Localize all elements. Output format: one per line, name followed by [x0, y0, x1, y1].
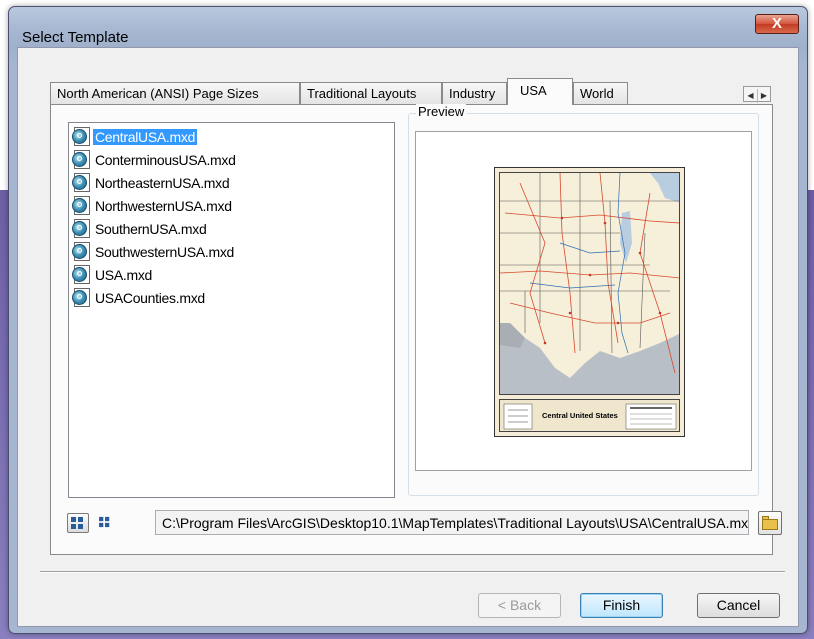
separator: [40, 571, 785, 573]
triangle-right-icon[interactable]: ▶: [757, 89, 770, 103]
map-thumbnail: Central United States: [494, 167, 685, 437]
back-button[interactable]: < Back: [478, 593, 561, 618]
tab-label: Traditional Layouts: [307, 86, 417, 101]
list-item-label: USA.mxd: [95, 266, 153, 283]
folder-open-icon: [762, 519, 778, 530]
map-document-icon: [72, 288, 91, 307]
small-icons-view-button[interactable]: [95, 513, 117, 533]
tab-label: North American (ANSI) Page Sizes: [57, 86, 259, 101]
large-icons-icon: [71, 517, 85, 529]
list-item[interactable]: ConterminousUSA.mxd: [72, 148, 238, 171]
preview-label: Preview: [416, 104, 467, 119]
map-legend: Central United States: [499, 399, 680, 432]
list-item-label: NortheasternUSA.mxd: [95, 174, 230, 191]
cancel-button[interactable]: Cancel: [697, 593, 780, 618]
map-document-icon: [72, 219, 91, 238]
browse-button[interactable]: [758, 511, 782, 535]
tab-label: Industry: [449, 86, 496, 101]
map-document-icon: [72, 265, 91, 284]
list-item-label: SouthwesternUSA.mxd: [95, 243, 235, 260]
list-item-label: CentralUSA.mxd: [93, 128, 198, 145]
tab-north-american-ansi[interactable]: North American (ANSI) Page Sizes: [50, 82, 300, 104]
list-item[interactable]: SouthernUSA.mxd: [72, 217, 208, 240]
map-title: Central United States: [542, 411, 618, 420]
tab-label: USA: [520, 83, 547, 98]
dialog-client-area: North American (ANSI) Page Sizes Traditi…: [17, 47, 799, 627]
list-item[interactable]: CentralUSA.mxd: [72, 125, 198, 148]
list-item[interactable]: NortheasternUSA.mxd: [72, 171, 231, 194]
map-document-icon: [72, 242, 91, 261]
list-item[interactable]: USACounties.mxd: [72, 286, 207, 309]
tab-label: World: [580, 86, 614, 101]
list-item[interactable]: USA.mxd: [72, 263, 154, 286]
list-item[interactable]: NorthwesternUSA.mxd: [72, 194, 234, 217]
map-document-icon: [72, 127, 91, 146]
list-item-label: NorthwesternUSA.mxd: [95, 197, 232, 214]
map-graphic: [500, 173, 679, 394]
template-list[interactable]: CentralUSA.mxd ConterminousUSA.mxd North…: [68, 122, 395, 498]
finish-button[interactable]: Finish: [580, 593, 663, 618]
small-icons-icon: [99, 516, 111, 528]
triangle-left-icon[interactable]: ◀: [744, 89, 757, 103]
list-item[interactable]: SouthwesternUSA.mxd: [72, 240, 236, 263]
tab-usa[interactable]: USA: [507, 78, 573, 105]
map-document-icon: [72, 150, 91, 169]
tab-traditional-layouts[interactable]: Traditional Layouts: [300, 82, 442, 104]
title-bar[interactable]: Select Template X: [9, 7, 807, 47]
list-item-label: USACounties.mxd: [95, 289, 205, 306]
list-item-label: SouthernUSA.mxd: [95, 220, 207, 237]
dialog-title: Select Template: [22, 29, 129, 46]
tab-page-usa: CentralUSA.mxd ConterminousUSA.mxd North…: [50, 104, 782, 555]
list-item-label: ConterminousUSA.mxd: [95, 151, 236, 168]
select-template-dialog: Select Template X North American (ANSI) …: [8, 6, 808, 634]
close-icon: X: [771, 15, 782, 32]
close-button[interactable]: X: [755, 14, 799, 34]
map-document-icon: [72, 173, 91, 192]
tab-industry[interactable]: Industry: [442, 82, 507, 104]
template-path-field[interactable]: C:\Program Files\ArcGIS\Desktop10.1\MapT…: [155, 510, 749, 535]
map-image: [499, 172, 680, 395]
tab-world[interactable]: World: [573, 82, 628, 104]
map-document-icon: [72, 196, 91, 215]
large-icons-view-button[interactable]: [67, 513, 89, 533]
preview-pane: Central United States: [415, 131, 752, 471]
tab-scroll-buttons: ◀ ▶: [743, 86, 771, 103]
